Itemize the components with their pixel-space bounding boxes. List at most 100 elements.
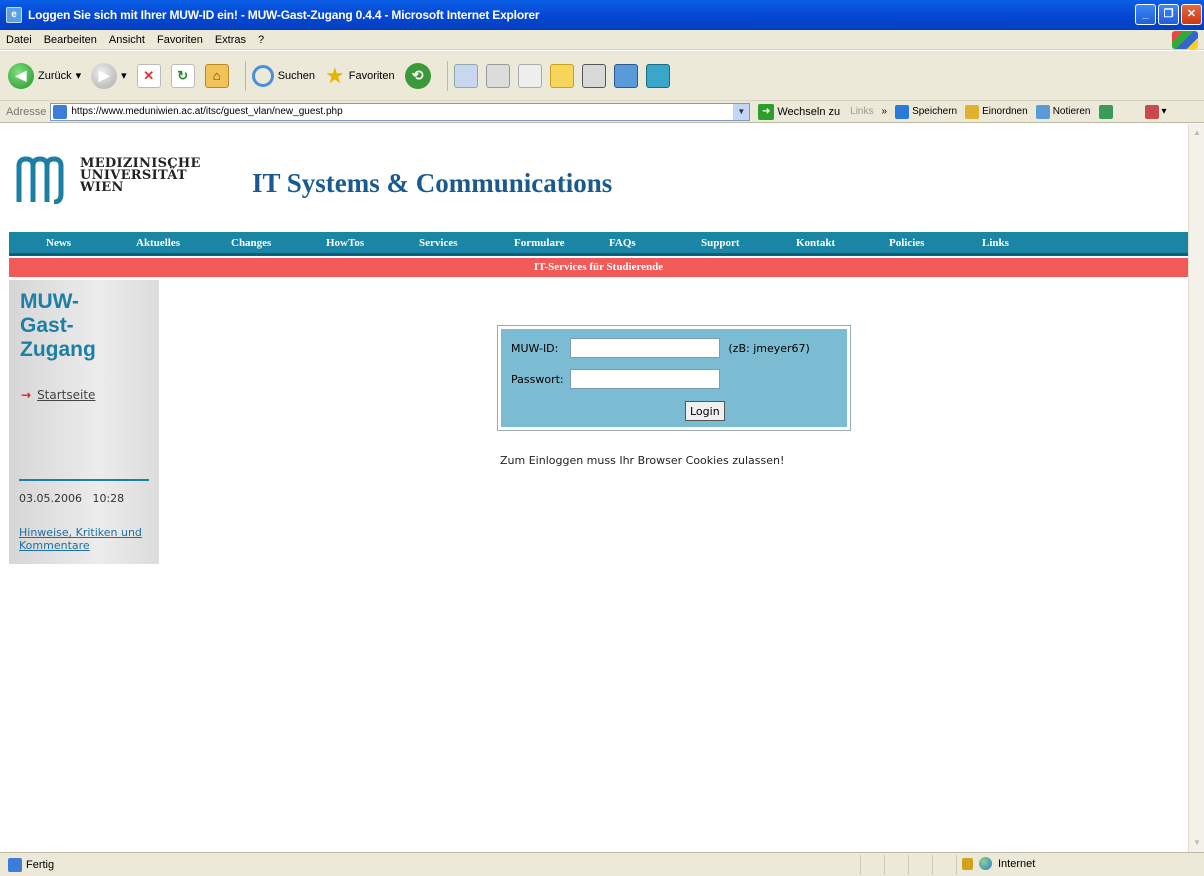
stop-button[interactable]: ✕: [136, 63, 161, 88]
maximize-button[interactable]: ❐: [1158, 4, 1179, 25]
security-zone[interactable]: Internet: [962, 857, 1035, 870]
scroll-down-icon[interactable]: ▼: [1190, 836, 1204, 850]
messenger-icon[interactable]: [613, 63, 638, 88]
nav-links[interactable]: Links: [982, 237, 1009, 249]
muw-id-hint: (zB: jmeyer67): [728, 341, 810, 355]
nav-support[interactable]: Support: [701, 237, 740, 249]
scroll-up-icon[interactable]: ▲: [1190, 126, 1204, 140]
nav-policies[interactable]: Policies: [889, 237, 924, 249]
window-icon[interactable]: [645, 63, 670, 88]
sidebar-title: MUW- Gast- Zugang: [20, 290, 96, 362]
go-button[interactable]: ➜ Wechseln zu: [758, 103, 840, 120]
favorites-button[interactable]: ★ Favoriten: [325, 63, 395, 89]
nav-aktuelles[interactable]: Aktuelles: [136, 237, 180, 249]
page-icon: [53, 104, 68, 119]
menu-edit[interactable]: Bearbeiten: [38, 34, 103, 46]
print-icon[interactable]: [485, 63, 510, 88]
menu-favorites[interactable]: Favoriten: [151, 34, 209, 46]
login-button[interactable]: Login: [685, 401, 725, 421]
download-icon: [895, 104, 910, 119]
muw-id-label: MUW-ID:: [511, 341, 559, 355]
link-organize[interactable]: Einordnen: [965, 104, 1028, 119]
history-icon: ⟲: [404, 62, 431, 89]
status-cell: [860, 855, 861, 875]
close-button[interactable]: ✕: [1181, 4, 1202, 25]
links-chevron[interactable]: »: [882, 106, 888, 117]
minimize-button[interactable]: _: [1135, 4, 1156, 25]
arrow-right-icon: →: [21, 388, 32, 402]
link-save[interactable]: Speichern: [895, 104, 957, 119]
favorites-label: Favoriten: [348, 69, 395, 82]
start-link[interactable]: Startseite: [37, 388, 95, 402]
page-viewport: MEDIZINISCHE UNIVERSITÄT WIEN IT Systems…: [0, 124, 1188, 852]
menu-tools[interactable]: Extras: [209, 34, 252, 46]
link-organize-label: Einordnen: [982, 106, 1028, 117]
refresh-icon: ↻: [170, 63, 195, 88]
status-cell: [956, 855, 957, 875]
search-icon: [251, 64, 274, 87]
ie-icon: e: [6, 7, 22, 23]
vertical-scrollbar[interactable]: ▲ ▼: [1188, 124, 1204, 852]
link-extra[interactable]: [1098, 104, 1113, 119]
menu-file[interactable]: Datei: [0, 34, 38, 46]
home-button[interactable]: ⌂: [204, 63, 229, 88]
address-input[interactable]: https://www.meduniwien.ac.at/itsc/guest_…: [50, 102, 751, 121]
nav-services[interactable]: Services: [419, 237, 457, 249]
nav-changes[interactable]: Changes: [231, 237, 271, 249]
search-button[interactable]: Suchen: [251, 64, 315, 87]
menu-view[interactable]: Ansicht: [103, 34, 151, 46]
toolbar-options[interactable]: ▾: [1144, 104, 1167, 119]
subnav-banner[interactable]: IT-Services für Studierende: [9, 258, 1188, 277]
password-input[interactable]: [569, 369, 720, 389]
cookie-notice: Zum Einloggen muss Ihr Browser Cookies z…: [500, 454, 785, 467]
notes-icon: [1035, 104, 1050, 119]
back-button[interactable]: ◀ Zurück ▾: [8, 62, 82, 89]
feedback-link[interactable]: Hinweise, Kritiken und Kommentare: [19, 526, 151, 552]
link-notes-label: Notieren: [1052, 106, 1091, 117]
mail-icon[interactable]: [453, 63, 478, 88]
muw-id-input[interactable]: [570, 338, 721, 358]
nav-faqs[interactable]: FAQs: [609, 237, 636, 249]
nav-howtos[interactable]: HowTos: [326, 237, 364, 249]
chevron-down-icon[interactable]: ▼: [733, 103, 750, 120]
window-title-bar[interactable]: e Loggen Sie sich mit Ihrer MUW-ID ein! …: [0, 0, 1204, 30]
toolbar-separator: [446, 60, 448, 91]
logo-line: WIEN: [80, 180, 124, 195]
history-button[interactable]: ⟲: [404, 62, 431, 89]
star-icon: ★: [325, 62, 345, 88]
folder-icon[interactable]: [549, 63, 574, 88]
go-arrow-icon: ➜: [758, 103, 775, 120]
password-row: Passwort:: [511, 369, 720, 389]
sidebar-title-line: MUW-: [20, 290, 80, 313]
chevron-down-icon[interactable]: ▾: [76, 69, 82, 82]
nav-news[interactable]: News: [46, 237, 71, 249]
windows-logo-icon: [1172, 31, 1198, 49]
site-title: IT Systems & Communications: [252, 168, 613, 198]
address-url: https://www.meduniwien.ac.at/itsc/guest_…: [71, 106, 343, 117]
back-label: Zurück: [38, 69, 72, 82]
sidebar-item-start: → Startseite: [21, 388, 95, 402]
forward-button[interactable]: ▶ ▾: [91, 62, 127, 89]
chevron-down-icon[interactable]: ▾: [121, 69, 127, 82]
nav-kontakt[interactable]: Kontakt: [796, 237, 835, 249]
muw-logo-icon: [16, 156, 68, 204]
search-label: Suchen: [277, 69, 315, 82]
back-arrow-icon: ◀: [8, 62, 34, 89]
links-label[interactable]: Links: [850, 106, 873, 117]
nav-formulare[interactable]: Formulare: [514, 237, 565, 249]
password-label: Passwort:: [511, 372, 564, 386]
organize-icon: [965, 104, 980, 119]
menu-bar: Datei Bearbeiten Ansicht Favoriten Extra…: [0, 30, 1204, 50]
menu-help[interactable]: ?: [252, 34, 270, 46]
options-icon: [1144, 104, 1159, 119]
status-bar: Fertig Internet: [0, 852, 1204, 876]
sidebar-title-line: Gast-: [20, 314, 74, 337]
refresh-button[interactable]: ↻: [170, 63, 195, 88]
lock-icon: [962, 857, 973, 870]
link-notes[interactable]: Notieren: [1035, 104, 1091, 119]
address-bar: Adresse https://www.meduniwien.ac.at/its…: [0, 101, 1204, 123]
status-cell: [908, 855, 909, 875]
edit-icon[interactable]: [517, 63, 542, 88]
qr-icon[interactable]: [581, 63, 606, 88]
zone-label: Internet: [998, 857, 1036, 870]
